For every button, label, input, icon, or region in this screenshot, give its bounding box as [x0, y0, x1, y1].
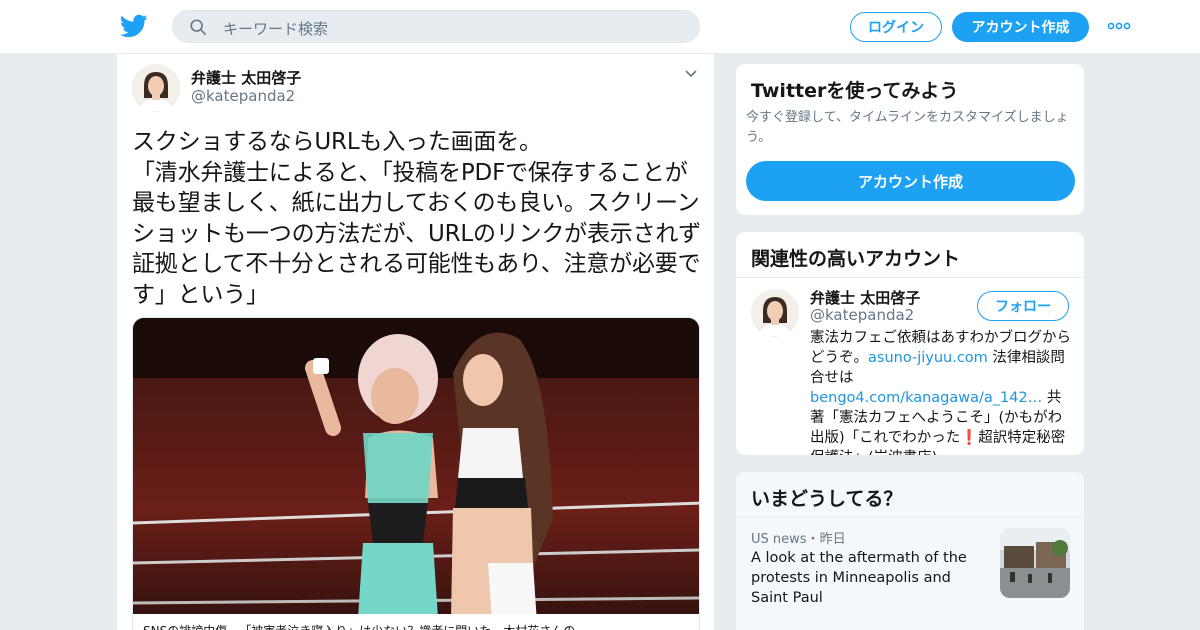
search-input[interactable]: キーワード検索 — [172, 10, 700, 43]
try-twitter-title: Twitterを使ってみよう — [751, 80, 959, 102]
related-bio: 憲法カフェご依頼はあすわかブログからどうぞ。asuno-jiyuu.com 法律… — [810, 328, 1074, 455]
media-caption[interactable]: SNSの誹謗中傷…「被害者泣き寝入り」は少ない？識者に聞いた 木村花さんの — [132, 614, 700, 630]
more-options-icon[interactable] — [1107, 20, 1131, 32]
related-avatar[interactable] — [751, 289, 799, 337]
top-nav: キーワード検索 ログイン アカウント作成 — [0, 0, 1200, 54]
author-handle[interactable]: @katepanda2 — [191, 87, 295, 105]
login-button[interactable]: ログイン — [850, 12, 942, 42]
trend-source: US news — [751, 532, 807, 547]
trend-headline[interactable]: A look at the aftermath of the protests … — [751, 548, 991, 608]
divider — [736, 277, 1084, 278]
related-accounts-card: 関連性の高いアカウント 弁護士 太田啓子 @katepanda2 フォロー 憲法… — [735, 231, 1085, 456]
trend-thumbnail[interactable] — [1000, 528, 1070, 598]
related-handle[interactable]: @katepanda2 — [810, 306, 914, 324]
search-placeholder: キーワード検索 — [223, 20, 329, 38]
separator-dot: ・ — [806, 532, 820, 547]
tweet-text: スクショするならURLも入った画面を。 「清水弁護士によると、「投稿をPDFで保… — [132, 129, 701, 308]
bio-link-asuno[interactable]: asuno-jiyuu.com — [868, 350, 988, 366]
divider — [736, 517, 1084, 518]
trend-meta: US news・昨日 — [751, 528, 846, 547]
twitter-bird-icon[interactable] — [119, 12, 149, 40]
try-twitter-card: Twitterを使ってみよう 今すぐ登録して、タイムラインをカスタマイズしましょ… — [735, 63, 1085, 216]
bio-link-bengo4[interactable]: bengo4.com/kanagawa/a_142… — [810, 390, 1042, 406]
chevron-down-icon[interactable] — [684, 69, 698, 79]
try-twitter-subtitle: 今すぐ登録して、タイムラインをカスタマイズしましょう。 — [746, 110, 1069, 145]
exclamation-icon: ❗ — [960, 430, 979, 446]
trend-time: 昨日 — [819, 532, 846, 547]
tweet-panel: 弁護士 太田啓子 @katepanda2 スクショするならURLも入った画面を。… — [116, 54, 715, 630]
author-avatar[interactable] — [132, 64, 180, 112]
create-account-button[interactable]: アカウント作成 — [746, 161, 1075, 201]
whats-happening-card: いまどうしてる？ US news・昨日 A look at the afterm… — [735, 471, 1085, 630]
search-icon — [190, 19, 207, 36]
related-accounts-title: 関連性の高いアカウント — [751, 248, 961, 270]
related-name[interactable]: 弁護士 太田啓子 — [810, 287, 920, 308]
whats-happening-title: いまどうしてる？ — [751, 488, 903, 510]
signup-button[interactable]: アカウント作成 — [952, 12, 1089, 42]
tweet-photo[interactable] — [132, 317, 700, 630]
follow-button[interactable]: フォロー — [977, 291, 1069, 321]
author-name[interactable]: 弁護士 太田啓子 — [191, 67, 301, 88]
